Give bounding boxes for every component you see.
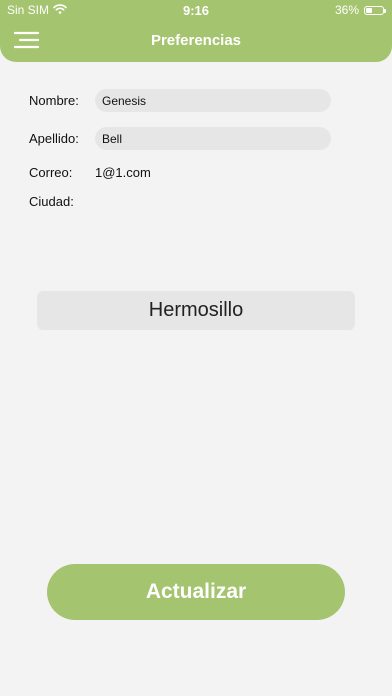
ciudad-row: Ciudad: (29, 194, 95, 209)
ciudad-label: Ciudad: (29, 194, 74, 209)
apellido-label: Apellido: (29, 131, 79, 146)
nombre-row: Nombre: (29, 89, 331, 112)
apellido-row: Apellido: (29, 127, 331, 150)
city-picker-value: Hermosillo (148, 299, 244, 321)
status-time: 9:16 (182, 3, 210, 18)
correo-value: 1@1.com (95, 165, 151, 180)
nombre-label: Nombre: (29, 93, 79, 108)
update-button[interactable]: Actualizar (47, 564, 345, 620)
apellido-field[interactable] (95, 127, 331, 150)
correo-label: Correo: (29, 165, 73, 180)
battery-icon (364, 5, 386, 15)
update-button-label: Actualizar (145, 580, 247, 603)
preferences-screen: Sin SIM 9:16 36% Preferencias Nombre: Ge… (0, 0, 392, 696)
battery-level (366, 7, 372, 13)
page-title: Preferencias (150, 32, 242, 49)
header-bar: Sin SIM 9:16 36% Preferencias (0, 0, 392, 62)
correo-row: Correo: 1@1.com (29, 165, 151, 180)
battery-percent: 36% (334, 3, 359, 17)
nombre-field[interactable] (95, 89, 331, 112)
status-battery: 36% (334, 3, 386, 17)
city-picker[interactable]: Hermosillo (37, 291, 355, 330)
